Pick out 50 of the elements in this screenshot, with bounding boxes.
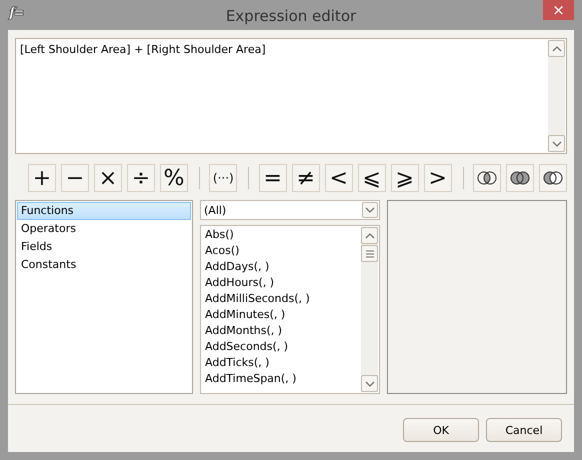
scroll-up-button[interactable] xyxy=(361,227,378,244)
expression-field[interactable]: [Left Shoulder Area] + [Right Shoulder Area] xyxy=(15,38,567,154)
operator-button[interactable]: = xyxy=(258,164,287,192)
chevron-up-icon xyxy=(550,44,562,54)
grip-icon xyxy=(364,248,376,258)
category-item[interactable]: Fields xyxy=(17,238,191,256)
venn-diagram-icon xyxy=(474,169,499,187)
operator-button[interactable]: ÷ xyxy=(127,164,155,192)
operator-button[interactable]: ⩽ xyxy=(358,164,386,192)
venn-button[interactable] xyxy=(538,164,567,192)
filter-dropdown[interactable]: (All) xyxy=(200,200,380,220)
scroll-down-button[interactable] xyxy=(361,375,378,392)
category-item[interactable]: Constants xyxy=(17,256,191,274)
venn-diagram-icon xyxy=(540,169,565,187)
function-item[interactable]: AddDays(, ) xyxy=(202,259,361,275)
venn-diagram-icon xyxy=(508,169,532,187)
function-item[interactable]: AddTimeSpan(, ) xyxy=(202,371,361,387)
function-item[interactable]: AddMinutes(, ) xyxy=(202,307,361,323)
operator-button[interactable]: − xyxy=(61,164,89,192)
operator-button[interactable]: < xyxy=(324,164,353,192)
scroll-down-button[interactable] xyxy=(548,135,565,152)
operator-button[interactable]: ⩾ xyxy=(390,164,419,192)
operator-button[interactable]: ≠ xyxy=(292,164,320,192)
dialog-button[interactable]: Cancel xyxy=(486,418,562,442)
function-item[interactable]: AddTicks(, ) xyxy=(202,355,361,371)
app-logo: f= xyxy=(9,5,23,21)
chevron-down-icon xyxy=(364,205,376,215)
venn-button[interactable] xyxy=(472,164,501,192)
venn-button[interactable] xyxy=(506,164,534,192)
function-item[interactable]: Acos() xyxy=(202,243,361,259)
scroll-up-button[interactable] xyxy=(548,40,565,57)
window-title: Expression editor xyxy=(226,6,356,25)
function-item[interactable]: Abs() xyxy=(202,227,361,243)
operator-button[interactable]: × xyxy=(94,164,122,192)
function-item[interactable]: AddMilliSeconds(, ) xyxy=(202,291,361,307)
operator-button[interactable]: + xyxy=(28,164,56,192)
function-item[interactable]: AddMonths(, ) xyxy=(202,323,361,339)
scroll-thumb[interactable] xyxy=(361,245,378,262)
chevron-down-icon xyxy=(550,138,562,148)
dialog-button[interactable]: OK xyxy=(403,418,479,442)
category-item[interactable]: Functions xyxy=(17,202,191,220)
operator-button[interactable]: (···) xyxy=(209,164,238,192)
function-item[interactable]: AddSeconds(, ) xyxy=(202,339,361,355)
close-button[interactable]: × xyxy=(543,0,574,20)
category-item[interactable]: Operators xyxy=(17,220,191,238)
function-item[interactable]: AddHours(, ) xyxy=(202,275,361,291)
chevron-up-icon xyxy=(364,230,376,240)
operator-button[interactable]: % xyxy=(160,164,188,192)
operator-button[interactable]: > xyxy=(424,164,452,192)
chevron-down-icon xyxy=(364,378,376,388)
